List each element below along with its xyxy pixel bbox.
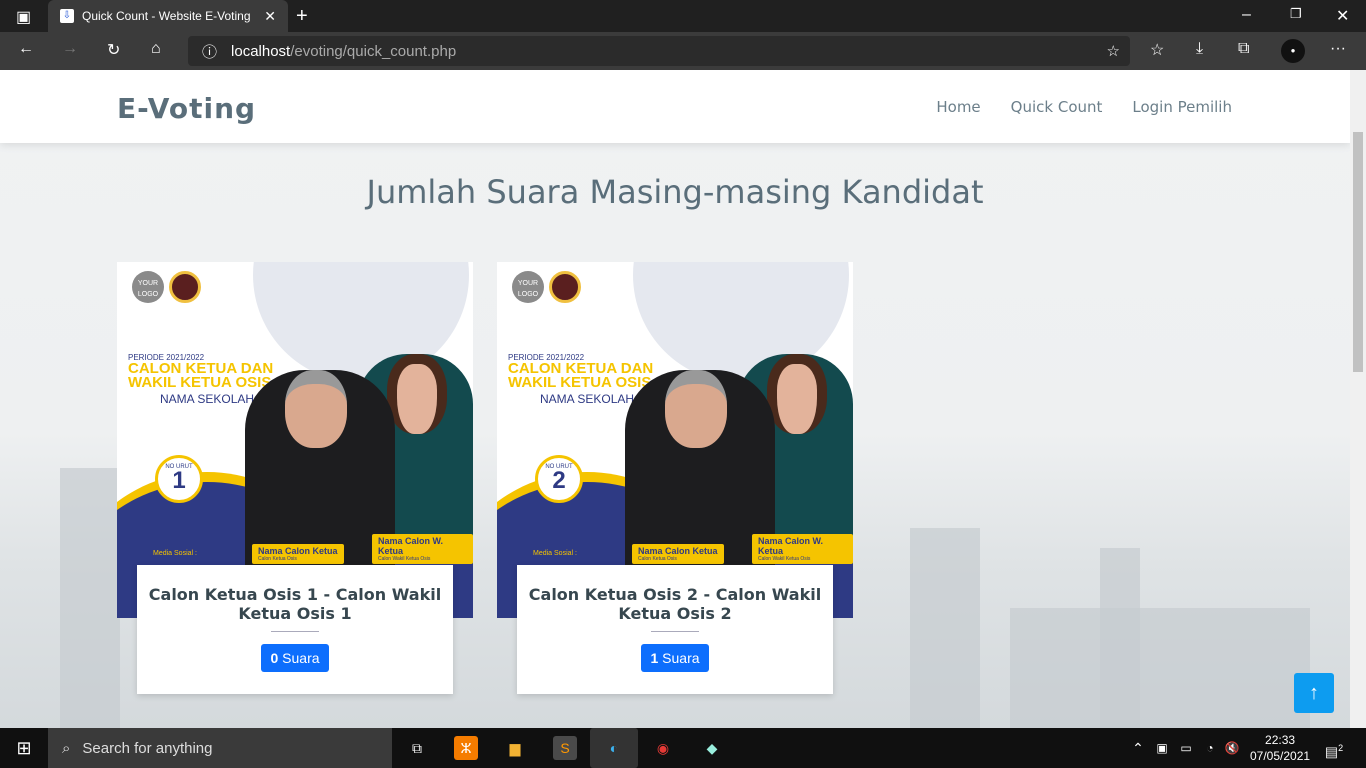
back-to-top-button[interactable]: ↑ [1294,673,1334,713]
search-placeholder: Search for anything [82,739,213,757]
poster-media: Media Sosial : [533,550,577,557]
candidate-card: YOUR LOGO PERIODE 2021/2022 CALON KETUA … [117,262,473,694]
candidate-card: YOUR LOGO PERIODE 2021/2022 CALON KETUA … [497,262,853,694]
poster-headline: CALON KETUA DAN WAKIL KETUA OSIS [128,360,274,391]
poster-ketua-label: Nama Calon Ketua Calon Ketua Osis [252,544,344,564]
poster-wakil-label: Nama Calon W. Ketua Calon Wakil Ketua Osi… [752,534,853,564]
page-content: E-Voting Home Quick Count Login Pemilih … [0,70,1350,728]
brand-logo[interactable]: E-Voting [117,92,256,125]
candidate-name: Calon Ketua Osis 2 - Calon Wakil Ketua O… [528,585,822,623]
vote-count-badge[interactable]: 0 Suara [261,644,329,672]
downloads-icon[interactable]: ⤓ [1196,40,1203,58]
taskbar: ⊞ ⌕ Search for anything ⧉ ⵣ ▆ S ◐ ◉ ◆ ⌃ … [0,728,1366,768]
browser-tab[interactable]: ⇩ Quick Count - Website E-Voting ✕ [48,0,288,32]
add-favorite-icon[interactable]: ☆ [1107,42,1120,60]
refresh-icon[interactable]: ↻ [107,40,120,60]
volume-muted-icon[interactable]: 🔇 [1220,736,1244,760]
wifi-icon[interactable]: ◔ [1198,736,1222,760]
your-logo: YOUR LOGO [132,271,164,303]
url-path: /evoting/quick_count.php [290,42,457,60]
show-hidden-icons[interactable]: ⌃ [1126,736,1150,760]
home-icon[interactable]: ⌂ [151,40,161,58]
school-emblem [169,271,201,303]
tab-actions-icon[interactable]: ▣ [16,7,31,27]
vote-count-badge[interactable]: 1 Suara [641,644,709,672]
poster-headline: CALON KETUA DAN WAKIL KETUA OSIS [508,360,654,391]
poster-media: Media Sosial : [153,550,197,557]
more-menu-icon[interactable]: ··· [1330,40,1346,58]
new-tab-icon[interactable]: + [296,5,308,28]
browser-tab-bar: ▣ ⇩ Quick Count - Website E-Voting ✕ + –… [0,0,1366,32]
tab-title: Quick Count - Website E-Voting [82,9,251,23]
poster-wakil-label: Nama Calon W. Ketua Calon Wakil Ketua Osi… [372,534,473,564]
clock[interactable]: 22:33 07/05/2021 [1250,732,1310,764]
arrow-up-icon: ↑ [1309,682,1319,704]
school-emblem [549,271,581,303]
back-icon[interactable]: ← [18,40,34,58]
notifications-icon[interactable]: ▤2 [1322,736,1346,760]
poster-ketua-label: Nama Calon Ketua Calon Ketua Osis [632,544,724,564]
close-tab-icon[interactable]: ✕ [264,8,276,25]
meet-now-icon[interactable]: ▣ [1150,736,1174,760]
poster-school: NAMA SEKOLAH [540,392,635,406]
windows-start-icon[interactable]: ⊞ [12,736,36,760]
poster-school: NAMA SEKOLAH [160,392,255,406]
divider [651,631,699,632]
forward-icon[interactable]: → [62,40,78,58]
scrollbar[interactable] [1350,70,1366,728]
info-icon: ⓘ [202,43,218,61]
address-bar[interactable]: ⓘ localhost/evoting/quick_count.php ☆ [188,36,1130,66]
app-icon[interactable]: ◆ [700,736,724,760]
divider [271,631,319,632]
profile-avatar[interactable]: ● [1281,39,1305,63]
file-explorer-icon[interactable]: ▆ [503,736,527,760]
candidate-name: Calon Ketua Osis 1 - Calon Wakil Ketua O… [148,585,442,623]
browser-toolbar: ← → ↻ ⌂ ⓘ localhost/evoting/quick_count.… [0,32,1366,70]
edge-icon[interactable]: ◐ [590,728,638,768]
favicon-icon: ⇩ [60,9,74,23]
favorites-icon[interactable]: ☆ [1150,40,1164,60]
minimize-icon[interactable]: – [1242,6,1251,24]
url-host: localhost [231,42,291,60]
scrollbar-thumb[interactable] [1353,132,1363,372]
close-window-icon[interactable]: ✕ [1336,6,1349,26]
sublime-text-icon[interactable]: S [553,736,577,760]
nav-quick-count[interactable]: Quick Count [1011,98,1103,116]
navbar: E-Voting Home Quick Count Login Pemilih [0,70,1350,143]
search-icon: ⌕ [62,739,71,757]
page-title: Jumlah Suara Masing-masing Kandidat [366,173,984,211]
battery-icon[interactable]: ▭ [1174,736,1198,760]
your-logo: YOUR LOGO [512,271,544,303]
chrome-icon[interactable]: ◉ [651,736,675,760]
collections-icon[interactable]: ⧉ [1238,40,1249,58]
xampp-icon[interactable]: ⵣ [454,736,478,760]
nav-login-pemilih[interactable]: Login Pemilih [1132,98,1232,116]
poster-number: NO URUT 1 [155,455,203,503]
restore-icon[interactable]: ❐ [1290,6,1302,22]
nav-home[interactable]: Home [936,98,980,116]
task-view-icon[interactable]: ⧉ [405,736,429,760]
taskbar-search[interactable]: ⌕ Search for anything [48,728,392,768]
poster-number: NO URUT 2 [535,455,583,503]
